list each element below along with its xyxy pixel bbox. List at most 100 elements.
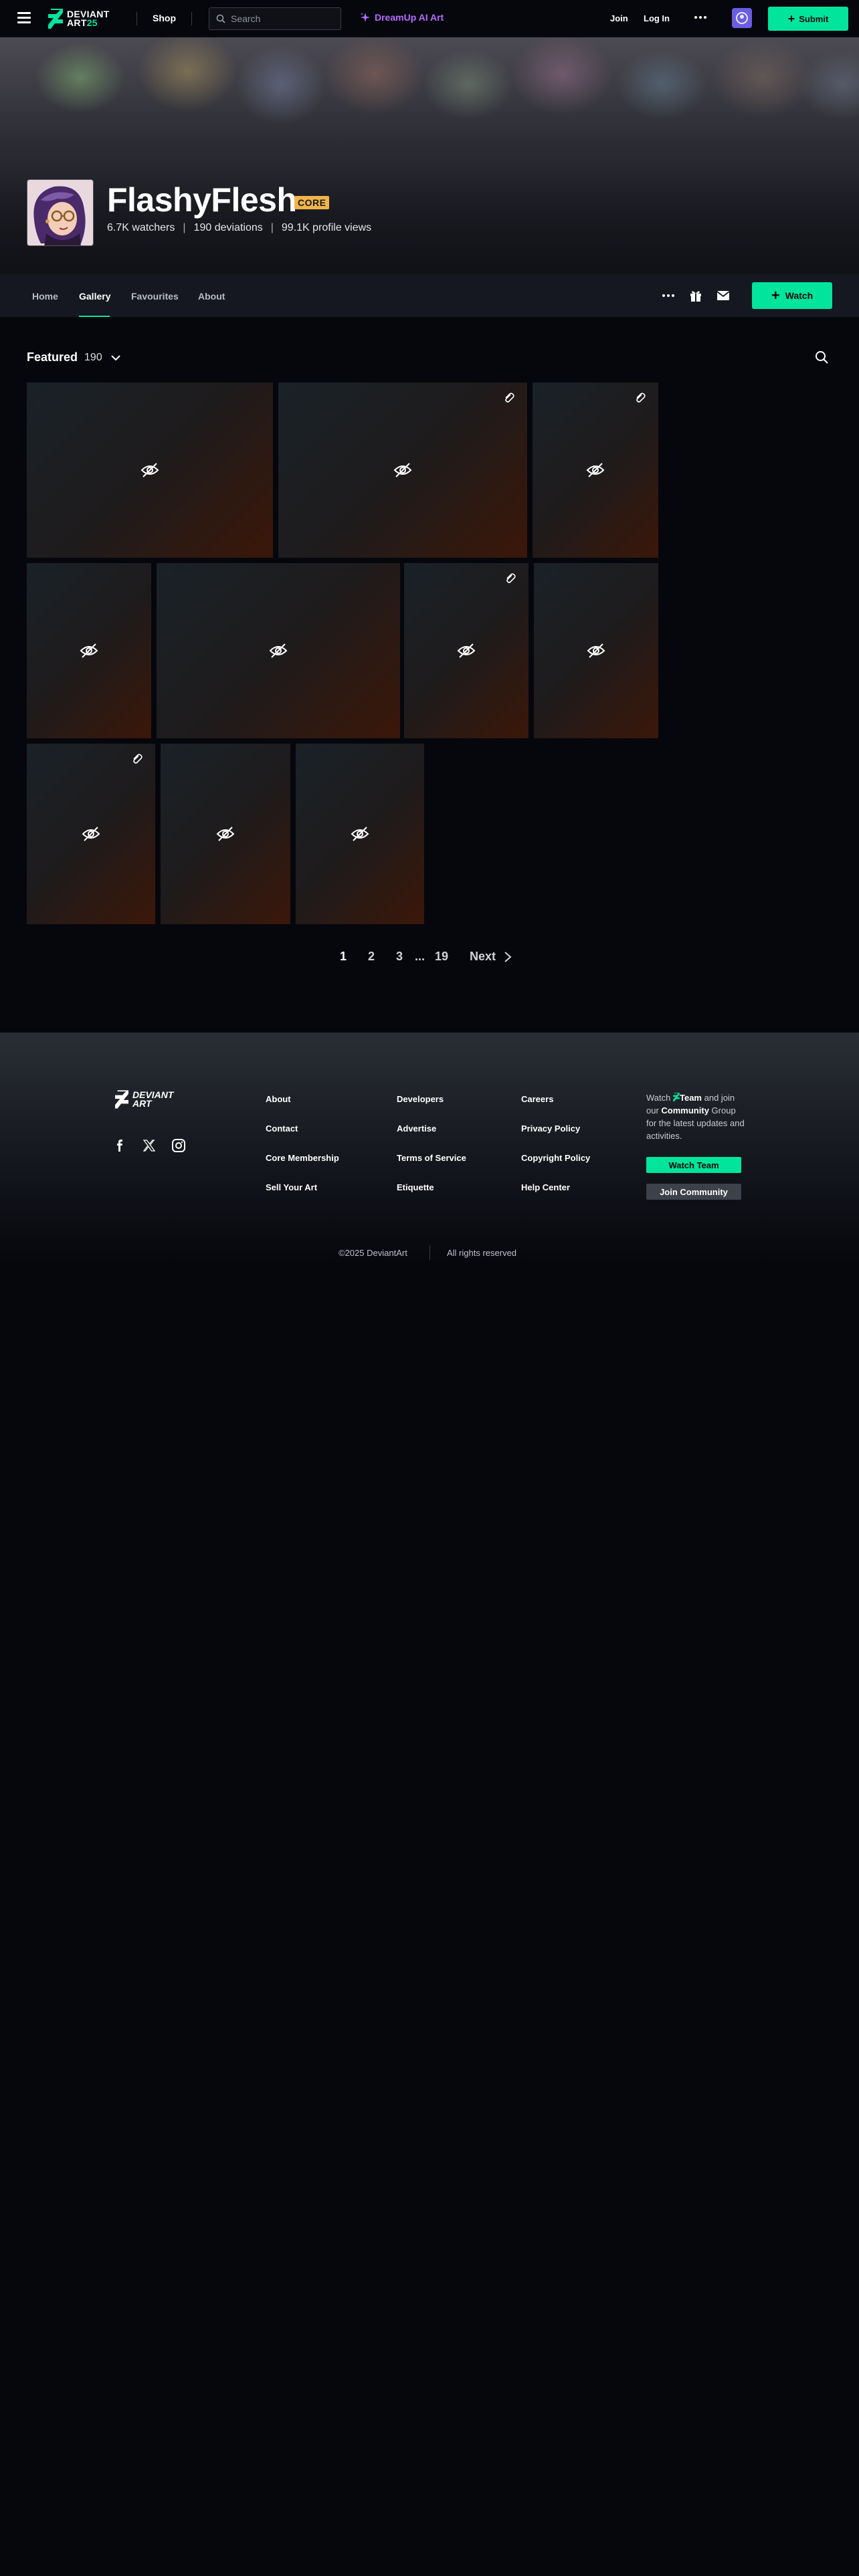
gallery-thumbnail[interactable] bbox=[278, 383, 527, 558]
footer-logo[interactable]: DEVIANT ART bbox=[115, 1089, 189, 1110]
more-options-icon[interactable] bbox=[693, 13, 708, 22]
gallery-thumbnail[interactable] bbox=[157, 563, 400, 738]
footer-link-contact[interactable]: Contact bbox=[266, 1123, 298, 1134]
copyright-text: ©2025 DeviantArt bbox=[339, 1248, 407, 1258]
nav-divider bbox=[136, 12, 137, 25]
footer-link-advertise[interactable]: Advertise bbox=[397, 1123, 436, 1134]
next-page-button[interactable]: Next bbox=[470, 950, 512, 964]
gallery-thumbnail[interactable] bbox=[533, 383, 658, 558]
menu-icon[interactable] bbox=[17, 12, 31, 24]
footer-link-core-membership[interactable]: Core Membership bbox=[266, 1153, 339, 1163]
page-1[interactable]: 1 bbox=[340, 950, 347, 964]
nav-divider bbox=[191, 12, 192, 25]
gallery-folder-title: Featured bbox=[27, 350, 78, 364]
gallery-thumbnail[interactable] bbox=[27, 744, 155, 924]
footer-link-help-center[interactable]: Help Center bbox=[521, 1182, 570, 1192]
profile-views-count: 99.1K profile views bbox=[281, 222, 372, 233]
gallery-thumbnail[interactable] bbox=[534, 563, 658, 738]
dreamup-label: DreamUp AI Art bbox=[375, 12, 444, 23]
join-link[interactable]: Join bbox=[610, 13, 628, 23]
search-icon bbox=[216, 14, 225, 23]
mature-content-hidden-icon bbox=[587, 643, 605, 658]
login-link[interactable]: Log In bbox=[644, 13, 670, 23]
chevron-right-icon bbox=[504, 951, 512, 962]
paperclip-icon bbox=[133, 754, 142, 764]
mature-content-hidden-icon bbox=[269, 643, 288, 658]
search-input[interactable] bbox=[231, 13, 338, 24]
gallery-thumbnail[interactable] bbox=[161, 744, 290, 924]
more-options-icon[interactable] bbox=[661, 293, 676, 298]
profile-avatar[interactable] bbox=[27, 179, 94, 246]
mature-content-hidden-icon bbox=[393, 463, 412, 477]
stat-separator: | bbox=[183, 222, 186, 233]
instagram-icon[interactable] bbox=[171, 1138, 186, 1153]
profile-banner bbox=[0, 37, 859, 274]
mature-content-hidden-icon bbox=[216, 827, 235, 841]
submit-label: Submit bbox=[799, 13, 829, 24]
dreamup-link[interactable]: DreamUp AI Art bbox=[360, 12, 444, 23]
footer-link-sell-your-art[interactable]: Sell Your Art bbox=[266, 1182, 317, 1192]
top-navbar: DEVIANT ART25 Shop DreamUp AI Art Join L… bbox=[0, 0, 859, 37]
footer-link-terms-of-service[interactable]: Terms of Service bbox=[397, 1153, 466, 1163]
mature-content-hidden-icon bbox=[140, 463, 159, 477]
deviantart-logo-icon bbox=[48, 9, 63, 29]
deviantart-logo-icon bbox=[673, 1093, 680, 1101]
paperclip-icon bbox=[506, 573, 516, 583]
tab-gallery[interactable]: Gallery bbox=[79, 291, 110, 302]
search-box[interactable] bbox=[209, 7, 341, 30]
mature-content-hidden-icon bbox=[80, 643, 98, 658]
mature-content-hidden-icon bbox=[457, 643, 476, 658]
page-ellipsis: ... bbox=[415, 950, 425, 963]
footer-link-about[interactable]: About bbox=[266, 1094, 291, 1104]
profile-avatar-image bbox=[27, 180, 93, 245]
gallery-count: 190 bbox=[84, 351, 102, 363]
footer-link-privacy-policy[interactable]: Privacy Policy bbox=[521, 1123, 580, 1134]
profile-tabs: Home Gallery Favourites About + Watch bbox=[0, 274, 859, 317]
page-19[interactable]: 19 bbox=[435, 950, 448, 964]
footer-link-copyright-policy[interactable]: Copyright Policy bbox=[521, 1153, 590, 1163]
paperclip-icon bbox=[636, 393, 646, 403]
page-2[interactable]: 2 bbox=[368, 950, 375, 964]
core-badge[interactable]: CORE bbox=[294, 196, 330, 209]
site-footer: DEVIANT ART About Developers Careers Con… bbox=[0, 1033, 859, 1264]
footer-logo-wordmark: DEVIANT ART bbox=[132, 1089, 174, 1109]
plus-icon: + bbox=[771, 287, 780, 304]
gallery-thumbnail[interactable] bbox=[296, 744, 424, 924]
submit-button[interactable]: + Submit bbox=[768, 7, 848, 31]
user-avatar[interactable] bbox=[732, 8, 752, 28]
footer-link-developers[interactable]: Developers bbox=[397, 1094, 444, 1104]
profile-username[interactable]: FlashyFlesh bbox=[107, 181, 297, 219]
deviations-count[interactable]: 190 deviations bbox=[194, 222, 263, 234]
mail-icon[interactable] bbox=[717, 290, 730, 301]
gift-icon[interactable] bbox=[689, 289, 702, 302]
watch-team-button[interactable]: Watch Team bbox=[646, 1157, 741, 1173]
tab-home[interactable]: Home bbox=[32, 291, 58, 302]
facebook-icon[interactable] bbox=[112, 1138, 127, 1153]
gallery-thumbnail[interactable] bbox=[404, 563, 529, 738]
watchers-count[interactable]: 6.7K watchers bbox=[107, 222, 175, 234]
deviantart-logo[interactable]: DEVIANT ART25 bbox=[48, 8, 123, 29]
shop-link[interactable]: Shop bbox=[153, 13, 176, 23]
footer-community-promo: Watch Team and join our Community Group … bbox=[646, 1093, 745, 1141]
x-twitter-icon[interactable] bbox=[142, 1138, 157, 1153]
watch-label: Watch bbox=[785, 290, 814, 301]
join-community-button[interactable]: Join Community bbox=[646, 1184, 741, 1200]
mature-content-hidden-icon bbox=[82, 827, 100, 841]
watch-button[interactable]: + Watch bbox=[752, 282, 832, 309]
gallery-folder-selector[interactable]: Featured 190 bbox=[27, 350, 121, 364]
gallery-thumbnail[interactable] bbox=[27, 563, 151, 738]
avatar-icon bbox=[736, 12, 748, 24]
footer-link-etiquette[interactable]: Etiquette bbox=[397, 1182, 434, 1192]
page-3[interactable]: 3 bbox=[396, 950, 403, 964]
tab-favourites[interactable]: Favourites bbox=[131, 291, 179, 302]
active-tab-indicator bbox=[79, 316, 110, 317]
mature-content-hidden-icon bbox=[586, 463, 605, 477]
stat-separator: | bbox=[270, 222, 274, 233]
paperclip-icon bbox=[505, 393, 514, 403]
rights-text: All rights reserved bbox=[447, 1248, 517, 1258]
footer-link-careers[interactable]: Careers bbox=[521, 1094, 553, 1104]
gallery-search-icon[interactable] bbox=[815, 350, 828, 364]
tab-about[interactable]: About bbox=[198, 291, 225, 302]
gallery-thumbnail[interactable] bbox=[27, 383, 273, 558]
plus-icon: + bbox=[787, 12, 795, 25]
